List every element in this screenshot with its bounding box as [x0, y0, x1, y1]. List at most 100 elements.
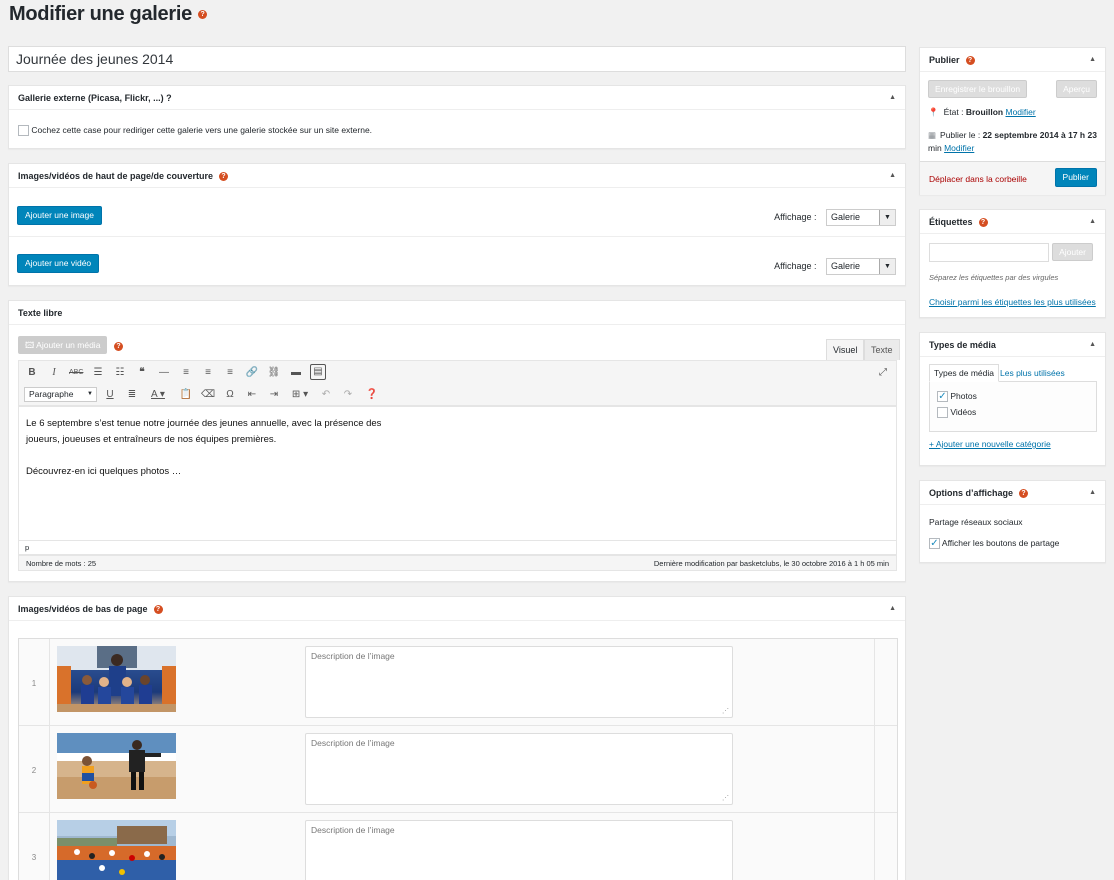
bottom-media-header[interactable]: Images/vidéos de bas de page? ▲ — [9, 597, 905, 621]
undo-icon[interactable]: ↶ — [319, 388, 333, 402]
preview-button[interactable]: Aperçu — [1056, 80, 1097, 98]
save-draft-button[interactable]: Enregistrer le brouillon — [928, 80, 1028, 98]
numbered-list-icon[interactable]: ☷ — [113, 366, 127, 380]
align-right-icon[interactable]: ≡ — [223, 366, 237, 380]
resize-handle-icon[interactable]: ⋰ — [722, 794, 729, 802]
bold-icon[interactable]: B — [25, 366, 39, 380]
bullet-list-icon[interactable]: ☰ — [91, 366, 105, 380]
special-character-icon[interactable]: Ω — [223, 388, 237, 402]
tab-all-media-types[interactable]: Types de média — [929, 364, 1000, 382]
image-description-input[interactable]: Description de l’image⋰ — [305, 646, 733, 718]
display-label: Affichage : — [774, 260, 817, 271]
editor-path: p — [18, 541, 897, 555]
add-video-button[interactable]: Ajouter une vidéo — [17, 254, 100, 273]
editor-status-bar: Nombre de mots : 25 Dernière modificatio… — [18, 555, 897, 571]
italic-icon[interactable]: I — [47, 366, 61, 380]
help-icon[interactable]: ? — [153, 605, 163, 615]
external-gallery-header[interactable]: Gallerie externe (Picasa, Flickr, ...) ?… — [9, 86, 905, 110]
page-title: Modifier une galerie? — [9, 3, 207, 26]
image-thumbnail[interactable] — [57, 820, 176, 880]
justify-icon[interactable]: ≣ — [125, 388, 139, 402]
display-label: Affichage : — [774, 211, 817, 222]
edit-date-link[interactable]: Modifier — [944, 143, 974, 153]
collapse-icon[interactable]: ▲ — [889, 597, 896, 621]
align-center-icon[interactable]: ≡ — [201, 366, 215, 380]
collapse-icon[interactable]: ▲ — [1089, 481, 1096, 505]
top-media-header[interactable]: Images/vidéos de haut de page/de couvert… — [9, 164, 905, 188]
publish-button[interactable]: Publier — [1054, 168, 1097, 187]
add-category-link[interactable]: + Ajouter une nouvelle catégorie — [929, 439, 1051, 449]
trash-link[interactable]: Déplacer dans la corbeille — [929, 174, 1027, 184]
collapse-icon[interactable]: ▲ — [1089, 210, 1096, 234]
text-color-icon[interactable]: A ▾ — [147, 388, 169, 402]
help-icon[interactable]: ? — [197, 10, 207, 20]
display-select[interactable]: Galerie ▼ — [826, 209, 896, 226]
image-thumbnail[interactable] — [57, 733, 176, 799]
tag-input[interactable] — [929, 243, 1049, 262]
table-icon[interactable]: ⊞ ▾ — [289, 388, 311, 402]
format-select[interactable]: Paragraphe ▼ — [24, 387, 97, 402]
add-image-button[interactable]: Ajouter une image — [17, 206, 102, 225]
tab-visual[interactable]: Visuel — [826, 339, 865, 360]
category-item-photos: ✓ Photos — [937, 391, 977, 403]
fullscreen-icon[interactable]: ⤢ — [876, 366, 890, 380]
publish-date-label: Publier le : — [940, 130, 981, 140]
read-more-icon[interactable]: ▬ — [289, 366, 303, 380]
display-select[interactable]: Galerie ▼ — [826, 258, 896, 275]
publish-actions: Déplacer dans la corbeille Publier — [920, 161, 1105, 195]
external-gallery-checkbox[interactable] — [18, 125, 29, 137]
collapse-icon[interactable]: ▲ — [1089, 48, 1096, 72]
help-icon[interactable]: ? — [978, 218, 988, 228]
media-table: 1 Description de l’image ⋰ 2 Description… — [18, 638, 898, 880]
photos-checkbox[interactable]: ✓ — [937, 391, 948, 403]
tags-header[interactable]: Étiquettes? ▲ — [920, 210, 1105, 234]
videos-checkbox[interactable] — [937, 407, 948, 419]
unlink-icon[interactable]: ⛓ — [267, 366, 281, 380]
collapse-icon[interactable]: ▲ — [1089, 333, 1096, 357]
indent-icon[interactable]: ⇥ — [267, 388, 281, 402]
toolbar-toggle-icon[interactable]: ▤ — [310, 364, 326, 380]
collapse-icon[interactable]: ▲ — [889, 164, 896, 188]
display-select-1-row: Affichage : Galerie ▼ — [774, 209, 896, 226]
publish-date-suffix: min — [928, 143, 942, 153]
publish-header[interactable]: Publier? ▲ — [920, 48, 1105, 72]
help-icon[interactable]: ? — [219, 172, 229, 182]
keyboard-help-icon[interactable]: ❓ — [365, 388, 379, 402]
image-description-input[interactable]: Description de l’image⋰ — [305, 820, 733, 880]
social-sharing-label: Partage réseaux sociaux — [929, 517, 1023, 527]
help-icon[interactable]: ? — [965, 56, 975, 66]
edit-status-link[interactable]: Modifier — [1006, 107, 1036, 117]
external-gallery-box: Gallerie externe (Picasa, Flickr, ...) ?… — [8, 85, 906, 149]
underline-icon[interactable]: U — [103, 388, 117, 402]
help-icon[interactable]: ? — [114, 342, 123, 351]
blockquote-icon[interactable]: ❝ — [135, 366, 149, 380]
resize-handle-icon[interactable]: ⋰ — [722, 707, 729, 715]
align-left-icon[interactable]: ≡ — [179, 366, 193, 380]
media-types-header[interactable]: Types de média ▲ — [920, 333, 1105, 357]
paste-text-icon[interactable]: 📋 — [179, 388, 193, 402]
top-media-box: Images/vidéos de haut de page/de couvert… — [8, 163, 906, 286]
link-icon[interactable]: 🔗 — [245, 366, 259, 380]
photo-icon — [57, 820, 176, 880]
collapse-icon[interactable]: ▲ — [889, 86, 896, 110]
choose-tags-link[interactable]: Choisir parmi les étiquettes les plus ut… — [929, 297, 1096, 307]
display-select-2-row: Affichage : Galerie ▼ — [774, 258, 896, 275]
image-thumbnail[interactable] — [57, 646, 176, 712]
horizontal-rule-icon[interactable]: — — [157, 366, 171, 380]
share-buttons-checkbox[interactable]: ✓ — [929, 538, 940, 550]
strikethrough-icon[interactable]: ABC — [69, 366, 83, 380]
help-icon[interactable]: ? — [1019, 489, 1029, 499]
display-options-header[interactable]: Options d’affichage? ▲ — [920, 481, 1105, 505]
media-icon: 🖾 — [25, 340, 37, 350]
row-number: 2 — [31, 766, 37, 775]
add-media-button[interactable]: 🖾 Ajouter un média — [18, 336, 108, 354]
editor-content[interactable]: Le 6 septembre s’est tenue notre journée… — [18, 406, 897, 541]
image-description-input[interactable]: Description de l’image⋰ — [305, 733, 733, 805]
clear-formatting-icon[interactable]: ⌫ — [201, 388, 215, 402]
add-tag-button[interactable]: Ajouter — [1052, 243, 1093, 261]
post-title-input[interactable]: Journée des jeunes 2014 — [8, 46, 906, 72]
outdent-icon[interactable]: ⇤ — [245, 388, 259, 402]
tab-most-used[interactable]: Les plus utilisées — [1000, 365, 1065, 381]
tab-text[interactable]: Texte — [864, 339, 900, 360]
redo-icon[interactable]: ↷ — [341, 388, 355, 402]
